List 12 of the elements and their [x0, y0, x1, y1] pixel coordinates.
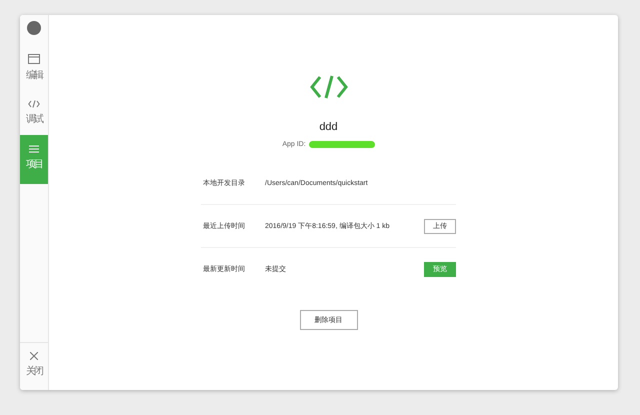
close-button[interactable]: 关闭: [20, 342, 48, 390]
code-icon: [310, 75, 348, 99]
project-name: ddd: [319, 121, 338, 133]
code-icon: [28, 100, 40, 108]
redaction-bar: [308, 141, 375, 148]
close-icon: [30, 352, 38, 360]
menu-icon: [29, 145, 39, 153]
sidebar-item[interactable]: 项目: [20, 135, 48, 184]
window-icon: [28, 54, 40, 64]
avatar: [27, 21, 41, 35]
sidebar-item[interactable]: 编辑: [20, 45, 48, 91]
sidebar-item[interactable]: 调试: [20, 91, 48, 135]
